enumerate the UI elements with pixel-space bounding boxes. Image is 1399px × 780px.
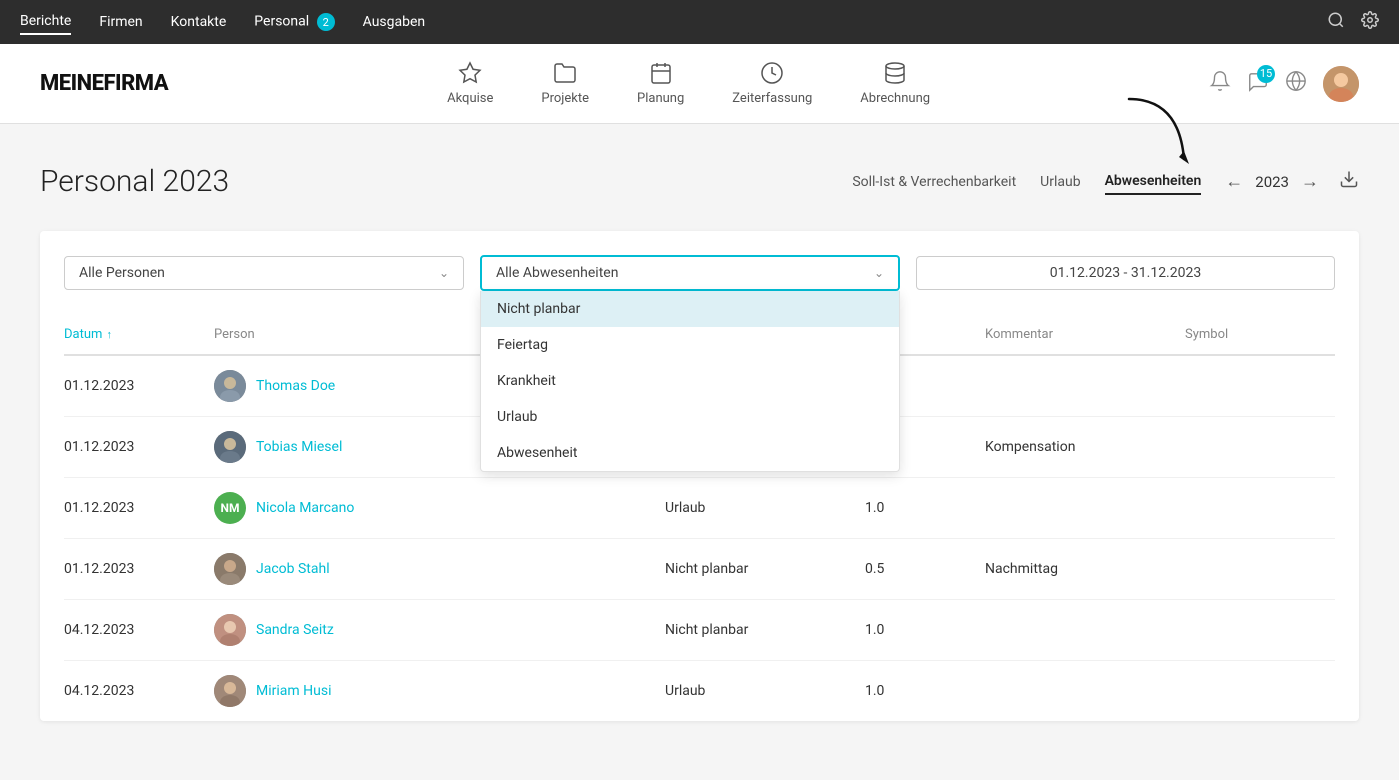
- nav-item-personal[interactable]: Personal 2: [254, 9, 334, 35]
- cell-person-5: Sandra Seitz: [214, 614, 665, 646]
- cell-person-6: Miriam Husi: [214, 675, 665, 707]
- main-card: Alle Personen ⌄ Alle Abwesenheiten ⌄ Nic…: [40, 231, 1359, 721]
- cell-date-4: 01.12.2023: [64, 561, 214, 577]
- absences-filter-label: Alle Abwesenheiten: [496, 265, 618, 281]
- filters-row: Alle Personen ⌄ Alle Abwesenheiten ⌄ Nic…: [64, 255, 1335, 291]
- col-symbol: Symbol: [1185, 327, 1335, 342]
- app-logo: MEINEFIRMA: [40, 71, 168, 96]
- cell-date-2: 01.12.2023: [64, 439, 214, 455]
- table-row: 01.12.2023 Jacob Stahl Nicht planbar 0.5…: [64, 539, 1335, 600]
- nav-projekte[interactable]: Projekte: [541, 61, 589, 106]
- absences-filter[interactable]: Alle Abwesenheiten ⌄: [480, 255, 900, 291]
- top-nav-left: Berichte Firmen Kontakte Personal 2 Ausg…: [20, 9, 425, 35]
- nav-item-berichte[interactable]: Berichte: [20, 9, 71, 35]
- nav-abrechnung[interactable]: Abrechnung: [860, 61, 930, 106]
- avatar-nicola-marcano: NM: [214, 492, 246, 524]
- absences-dropdown: Nicht planbar Feiertag Krankheit Urlaub …: [480, 291, 900, 472]
- cell-comment-2: Kompensation: [985, 439, 1185, 455]
- cell-date-6: 04.12.2023: [64, 683, 214, 699]
- top-nav: Berichte Firmen Kontakte Personal 2 Ausg…: [0, 0, 1399, 44]
- second-nav: MEINEFIRMA Akquise Projekte Planung Zeit…: [0, 44, 1399, 124]
- second-nav-items: Akquise Projekte Planung Zeiterfassung A…: [447, 61, 930, 106]
- dropdown-item-feiertag[interactable]: Feiertag: [481, 327, 899, 363]
- avatar-sandra-seitz: [214, 614, 246, 646]
- avatar-jacob-stahl: [214, 553, 246, 585]
- page-header: Personal 2023 Soll-Ist & Verrechenbarkei…: [40, 164, 1359, 199]
- settings-icon[interactable]: [1361, 11, 1379, 34]
- person-name-miriam-husi[interactable]: Miriam Husi: [256, 683, 331, 699]
- cell-absence-4: Nicht planbar: [665, 561, 865, 577]
- cell-value-4: 0.5: [865, 561, 985, 577]
- table-row: 04.12.2023 Sandra Seitz Nicht planbar 1.…: [64, 600, 1335, 661]
- person-name-nicola-marcano[interactable]: Nicola Marcano: [256, 500, 354, 516]
- dropdown-item-urlaub[interactable]: Urlaub: [481, 399, 899, 435]
- notification-icon[interactable]: [1209, 70, 1231, 97]
- person-name-thomas-doe[interactable]: Thomas Doe: [256, 378, 335, 394]
- cell-comment-4: Nachmittag: [985, 561, 1185, 577]
- nav-akquise[interactable]: Akquise: [447, 61, 493, 106]
- avatar-thomas-doe: [214, 370, 246, 402]
- cell-date-5: 04.12.2023: [64, 622, 214, 638]
- year-next-arrow[interactable]: →: [1301, 171, 1319, 192]
- page-title: Personal 2023: [40, 164, 229, 199]
- second-nav-right: 15: [1209, 66, 1359, 102]
- table-row: 04.12.2023 Miriam Husi Urlaub 1.0: [64, 661, 1335, 721]
- person-name-jacob-stahl[interactable]: Jacob Stahl: [256, 561, 330, 577]
- tab-abwesenheiten[interactable]: Abwesenheiten: [1105, 169, 1202, 195]
- personal-badge: 2: [317, 13, 335, 31]
- nav-planung[interactable]: Planung: [637, 61, 684, 106]
- chat-icon-wrapper[interactable]: 15: [1247, 71, 1269, 97]
- persons-chevron-icon: ⌄: [439, 266, 449, 280]
- cell-person-3: NM Nicola Marcano: [214, 492, 665, 524]
- nav-item-firmen[interactable]: Firmen: [99, 10, 142, 34]
- cell-absence-5: Nicht planbar: [665, 622, 865, 638]
- cell-person-4: Jacob Stahl: [214, 553, 665, 585]
- absences-filter-wrapper: Alle Abwesenheiten ⌄ Nicht planbar Feier…: [480, 255, 900, 291]
- tab-soll-ist[interactable]: Soll-Ist & Verrechenbarkeit: [852, 170, 1016, 194]
- person-name-sandra-seitz[interactable]: Sandra Seitz: [256, 622, 334, 638]
- table-row: 01.12.2023 NM Nicola Marcano Urlaub 1.0: [64, 478, 1335, 539]
- persons-filter-label: Alle Personen: [79, 265, 165, 281]
- download-icon[interactable]: [1339, 169, 1359, 194]
- cell-value-6: 1.0: [865, 683, 985, 699]
- dropdown-item-nicht-planbar[interactable]: Nicht planbar: [481, 291, 899, 327]
- user-avatar[interactable]: [1323, 66, 1359, 102]
- person-name-tobias-miesel[interactable]: Tobias Miesel: [256, 439, 342, 455]
- chat-badge: 15: [1257, 65, 1275, 83]
- cell-value-5: 1.0: [865, 622, 985, 638]
- year-nav: ← 2023 →: [1225, 169, 1359, 194]
- main-content: Personal 2023 Soll-Ist & Verrechenbarkei…: [0, 124, 1399, 721]
- persons-filter[interactable]: Alle Personen ⌄: [64, 256, 464, 290]
- cell-absence-6: Urlaub: [665, 683, 865, 699]
- cell-value-3: 1.0: [865, 500, 985, 516]
- nav-item-kontakte[interactable]: Kontakte: [171, 10, 227, 34]
- tab-urlaub[interactable]: Urlaub: [1040, 170, 1080, 194]
- nav-item-ausgaben[interactable]: Ausgaben: [363, 10, 426, 34]
- sort-arrow-datum: ↑: [106, 328, 112, 341]
- dropdown-item-krankheit[interactable]: Krankheit: [481, 363, 899, 399]
- col-datum[interactable]: Datum ↑: [64, 327, 214, 342]
- globe-icon[interactable]: [1285, 70, 1307, 97]
- dropdown-item-abwesenheit[interactable]: Abwesenheit: [481, 435, 899, 471]
- search-icon[interactable]: [1327, 11, 1345, 34]
- nav-zeiterfassung[interactable]: Zeiterfassung: [732, 61, 812, 106]
- date-range-filter[interactable]: 01.12.2023 - 31.12.2023: [916, 256, 1335, 290]
- col-kommentar: Kommentar: [985, 327, 1185, 342]
- avatar-tobias-miesel: [214, 431, 246, 463]
- year-label: 2023: [1255, 173, 1289, 191]
- cell-date-1: 01.12.2023: [64, 378, 214, 394]
- cell-date-3: 01.12.2023: [64, 500, 214, 516]
- avatar-miriam-husi: [214, 675, 246, 707]
- absences-chevron-icon: ⌄: [874, 266, 884, 280]
- top-nav-right: [1327, 11, 1379, 34]
- year-prev-arrow[interactable]: ←: [1225, 171, 1243, 192]
- cell-absence-3: Urlaub: [665, 500, 865, 516]
